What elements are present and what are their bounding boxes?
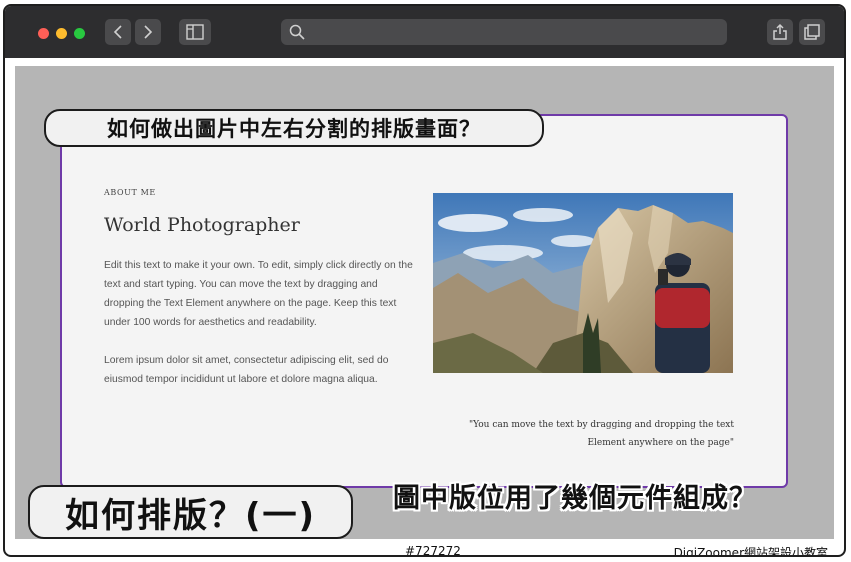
photo-illustration bbox=[433, 193, 733, 373]
address-bar[interactable] bbox=[281, 19, 727, 45]
color-code-label: #727272 bbox=[405, 544, 461, 557]
forward-button[interactable] bbox=[135, 19, 161, 45]
eyebrow-text[interactable]: ABOUT ME bbox=[104, 188, 156, 197]
credit-label: DigiZoomer網站架設小教室 bbox=[673, 546, 828, 557]
share-button[interactable] bbox=[767, 19, 793, 45]
about-me-section: ABOUT ME World Photographer Edit this te… bbox=[60, 114, 788, 488]
hiker-mountain-photo[interactable] bbox=[433, 193, 733, 373]
page-title[interactable]: World Photographer bbox=[104, 214, 300, 236]
body-paragraph-2[interactable]: Lorem ipsum dolor sit amet, consectetur … bbox=[104, 351, 419, 389]
sidebar-icon bbox=[186, 24, 204, 40]
bottom-callout-label: 如何排版？(一) bbox=[28, 485, 353, 539]
question-caption: 圖中版位用了幾個元件組成？ bbox=[393, 483, 757, 514]
browser-window: ABOUT ME World Photographer Edit this te… bbox=[3, 4, 846, 557]
zoom-window-button[interactable] bbox=[74, 28, 85, 39]
share-icon bbox=[773, 23, 787, 40]
tabs-overview-button[interactable] bbox=[799, 19, 825, 45]
tabs-icon bbox=[804, 24, 820, 40]
close-window-button[interactable] bbox=[38, 28, 49, 39]
browser-toolbar bbox=[5, 6, 844, 58]
chevron-left-icon bbox=[113, 25, 122, 39]
body-paragraph-1[interactable]: Edit this text to make it your own. To e… bbox=[104, 256, 419, 332]
search-icon bbox=[289, 24, 305, 40]
quote-text[interactable]: "You can move the text by dragging and d… bbox=[434, 416, 734, 452]
sidebar-button[interactable] bbox=[179, 19, 211, 45]
back-button[interactable] bbox=[105, 19, 131, 45]
minimize-window-button[interactable] bbox=[56, 28, 67, 39]
chevron-right-icon bbox=[144, 25, 153, 39]
top-callout-label: 如何做出圖片中左右分割的排版畫面？ bbox=[44, 109, 544, 147]
